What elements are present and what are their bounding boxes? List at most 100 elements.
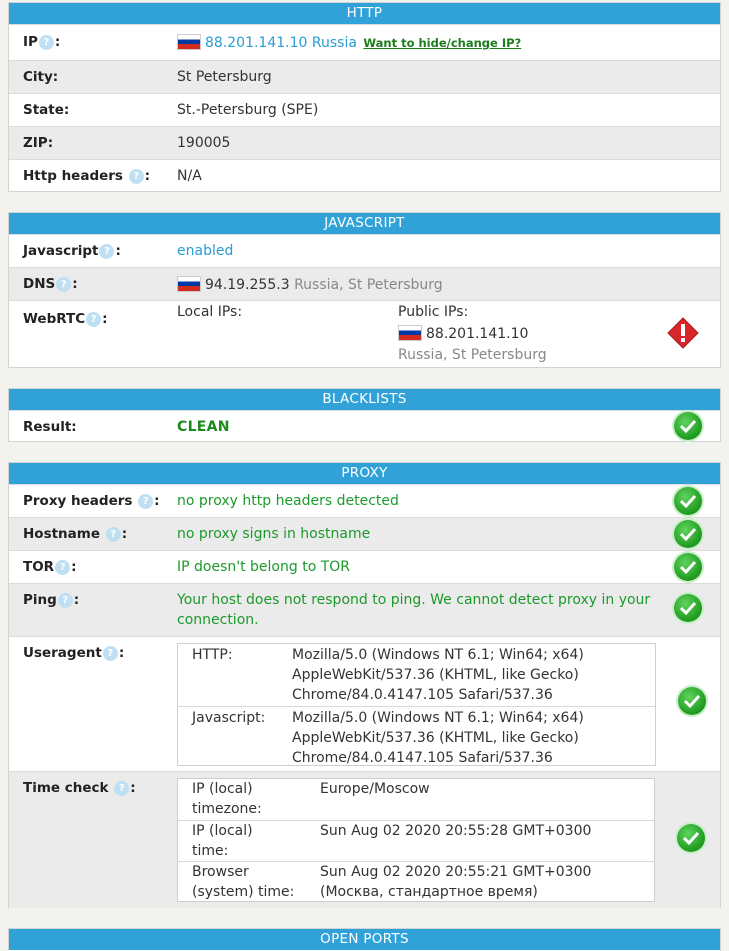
tz-row: IP (local) timezone: Europe/Moscow — [178, 779, 654, 820]
webrtc-label: WebRTC?: — [23, 311, 108, 327]
zip-value: 190005 — [177, 135, 231, 151]
ip-time-label-line1: IP (local) — [192, 823, 253, 839]
question-icon[interactable]: ? — [99, 244, 115, 259]
ping-value-line2: connection. — [177, 612, 259, 628]
dns-label: DNS?: — [23, 276, 78, 292]
javascript-label: Javascript?: — [23, 243, 121, 259]
http-header: HTTP — [9, 3, 720, 24]
question-icon[interactable]: ? — [57, 593, 73, 608]
proxy-section: PROXY Proxy headers ?: no proxy http hea… — [8, 462, 721, 908]
time-check-row: Time check ?: IP (local) timezone: Europ… — [9, 771, 720, 908]
ua-js-line2: AppleWebKit/537.36 (KHTML, like Gecko) — [292, 730, 579, 746]
result-row: Result: CLEAN — [9, 410, 720, 442]
question-icon[interactable]: ? — [55, 560, 71, 575]
public-ips-label: Public IPs: — [398, 304, 469, 320]
hostname-label: Hostname ?: — [23, 526, 128, 542]
useragent-table: HTTP: Mozilla/5.0 (Windows NT 6.1; Win64… — [177, 643, 656, 766]
tor-label: TOR?: — [23, 559, 77, 575]
question-icon[interactable]: ? — [56, 277, 72, 292]
zip-row: ZIP: 190005 — [9, 126, 720, 159]
local-ips-label: Local IPs: — [177, 304, 243, 320]
question-icon[interactable]: ? — [114, 781, 130, 796]
state-row: State: St.-Petersburg (SPE) — [9, 93, 720, 126]
question-icon[interactable]: ? — [38, 35, 54, 50]
javascript-row: Javascript?: enabled — [9, 234, 720, 267]
webrtc-row: WebRTC?: Local IPs: Public IPs: 88.201.1… — [9, 300, 720, 366]
question-icon[interactable]: ? — [138, 494, 154, 509]
http-headers-row: Http headers ?: N/A — [9, 159, 720, 191]
tz-label-line1: IP (local) — [192, 781, 253, 797]
time-check-label: Time check ?: — [23, 780, 136, 796]
ua-http-label: HTTP: — [192, 647, 233, 663]
question-icon[interactable]: ? — [86, 312, 102, 327]
blacklists-header: BLACKLISTS — [9, 389, 720, 410]
tor-row: TOR?: IP doesn't belong to TOR — [9, 550, 720, 583]
browser-time-label-line2: (system) time: — [192, 884, 295, 900]
question-icon[interactable]: ? — [105, 527, 121, 542]
city-value: St Petersburg — [177, 69, 272, 85]
state-label: State: — [23, 102, 70, 118]
ua-js-line3: Chrome/84.0.4147.105 Safari/537.36 — [292, 750, 553, 766]
hostname-value: no proxy signs in hostname — [177, 526, 371, 542]
http-headers-value: N/A — [177, 168, 202, 184]
ua-http-line1: Mozilla/5.0 (Windows NT 6.1; Win64; x64) — [292, 647, 584, 663]
ua-js-line1: Mozilla/5.0 (Windows NT 6.1; Win64; x64) — [292, 710, 584, 726]
proxy-header: PROXY — [9, 463, 720, 484]
open-ports-header: OPEN PORTS — [9, 929, 720, 950]
browser-time-value-line1: Sun Aug 02 2020 20:55:21 GMT+0300 — [320, 864, 592, 880]
ua-http-line3: Chrome/84.0.4147.105 Safari/537.36 — [292, 687, 553, 703]
ip-value: 88.201.141.10 Russia Want to hide/change… — [177, 34, 521, 51]
check-icon — [678, 687, 706, 715]
ip-time-label-line2: time: — [192, 843, 229, 859]
tz-label-line2: timezone: — [192, 801, 262, 817]
proxy-headers-label: Proxy headers ?: — [23, 493, 160, 509]
ua-js-label: Javascript: — [192, 710, 266, 726]
ping-value-line1: Your host does not respond to ping. We c… — [177, 592, 651, 608]
open-ports-section: OPEN PORTS — [8, 928, 721, 951]
ua-js-row: Javascript: Mozilla/5.0 (Windows NT 6.1;… — [178, 706, 655, 766]
tor-value: IP doesn't belong to TOR — [177, 559, 351, 575]
result-value: CLEAN — [177, 419, 230, 435]
russia-flag-icon — [177, 34, 201, 50]
dns-value: 94.19.255.3 Russia, St Petersburg — [177, 276, 443, 293]
ping-label: Ping?: — [23, 592, 80, 608]
result-label: Result: — [23, 419, 77, 435]
proxy-headers-value: no proxy http headers detected — [177, 493, 399, 509]
check-icon — [674, 520, 702, 548]
warning-icon — [667, 317, 699, 353]
city-row: City: St Petersburg — [9, 60, 720, 93]
ping-row: Ping?: Your host does not respond to pin… — [9, 583, 720, 636]
http-section: HTTP IP?: 88.201.141.10 Russia Want to h… — [8, 2, 721, 192]
browser-time-row: Browser (system) time: Sun Aug 02 2020 2… — [178, 861, 654, 901]
check-icon — [674, 594, 702, 622]
useragent-row: Useragent?: HTTP: Mozilla/5.0 (Windows N… — [9, 636, 720, 771]
question-icon[interactable]: ? — [128, 169, 144, 184]
hide-ip-link[interactable]: Want to hide/change IP? — [363, 36, 521, 50]
zip-label: ZIP: — [23, 135, 54, 151]
tz-value: Europe/Moscow — [320, 781, 430, 797]
ip-row: IP?: 88.201.141.10 Russia Want to hide/c… — [9, 24, 720, 60]
useragent-label: Useragent?: — [23, 645, 125, 661]
browser-time-label-line1: Browser — [192, 864, 249, 880]
browser-time-value-line2: (Москва, стандартное время) — [320, 884, 538, 900]
ip-time-value: Sun Aug 02 2020 20:55:28 GMT+0300 — [320, 823, 592, 839]
time-check-table: IP (local) timezone: Europe/Moscow IP (l… — [177, 778, 655, 902]
javascript-section: JAVASCRIPT Javascript?: enabled DNS?: 94… — [8, 212, 721, 368]
check-icon — [677, 824, 705, 852]
ip-label: IP?: — [23, 34, 61, 50]
ua-http-row: HTTP: Mozilla/5.0 (Windows NT 6.1; Win64… — [178, 644, 655, 706]
state-value: St.-Petersburg (SPE) — [177, 102, 319, 118]
russia-flag-icon — [398, 325, 422, 341]
ip-time-row: IP (local) time: Sun Aug 02 2020 20:55:2… — [178, 820, 654, 861]
javascript-header: JAVASCRIPT — [9, 213, 720, 234]
javascript-value: enabled — [177, 243, 234, 259]
public-ip-location: Russia, St Petersburg — [398, 347, 547, 363]
blacklists-section: BLACKLISTS Result: CLEAN — [8, 388, 721, 442]
dns-row: DNS?: 94.19.255.3 Russia, St Petersburg — [9, 267, 720, 300]
http-headers-label: Http headers ?: — [23, 168, 151, 184]
public-ip-value: 88.201.141.10 — [398, 325, 528, 342]
russia-flag-icon — [177, 276, 201, 292]
question-icon[interactable]: ? — [102, 646, 118, 661]
hostname-row: Hostname ?: no proxy signs in hostname — [9, 517, 720, 550]
check-icon — [674, 553, 702, 581]
